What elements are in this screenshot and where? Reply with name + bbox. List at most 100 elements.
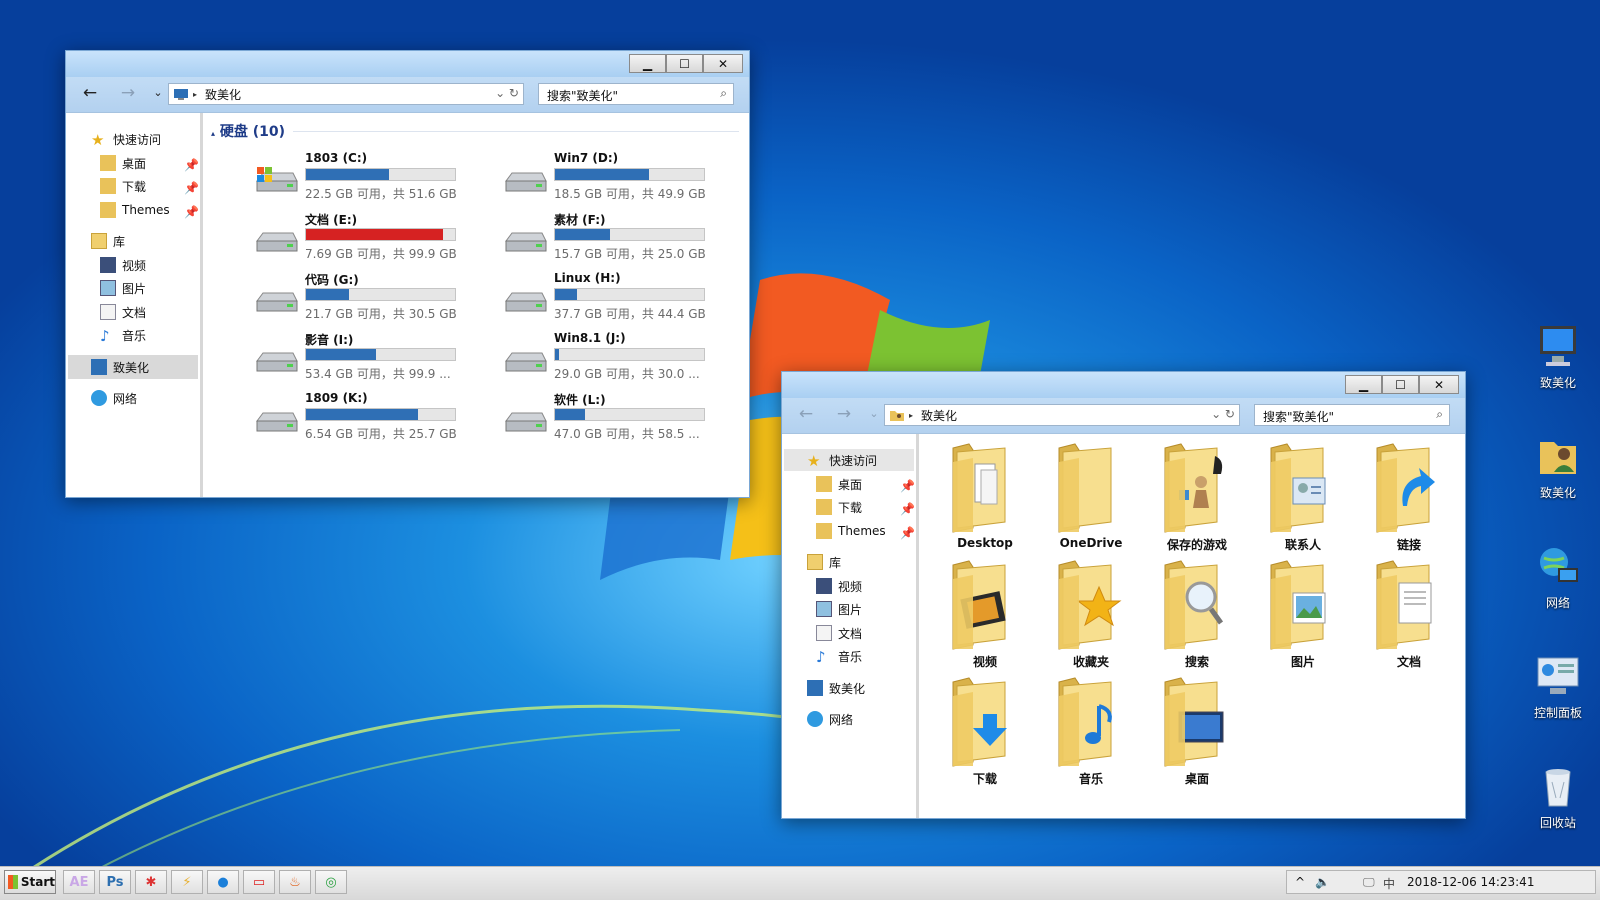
drive-tile[interactable]: 影音 (I:) 53.4 GB 可用，共 99.9 ... (253, 331, 463, 387)
nav-music[interactable]: ♪ 音乐 (100, 325, 146, 345)
taskbar-app-button[interactable]: ◎ (315, 870, 347, 894)
pin-icon[interactable]: 📌 (184, 178, 199, 198)
pin-icon[interactable]: 📌 (184, 155, 199, 175)
desktop-icon-control-panel[interactable]: 控制面板 (1522, 652, 1594, 746)
folder-item[interactable]: 保存的游戏 (1149, 442, 1245, 558)
recent-locations-button[interactable]: ⌄ (862, 407, 886, 420)
breadcrumb-arrow-icon[interactable]: ▸ (909, 411, 913, 420)
drive-tile[interactable]: 素材 (F:) 15.7 GB 可用，共 25.0 GB (502, 211, 712, 267)
folder-item[interactable]: 音乐 (1043, 676, 1139, 792)
nav-themes[interactable]: Themes (816, 521, 886, 541)
folder-item[interactable]: 桌面 (1149, 676, 1245, 792)
nav-pictures[interactable]: 图片 (100, 278, 146, 298)
folder-note-icon (1058, 677, 1112, 767)
forward-button[interactable]: → (832, 404, 856, 424)
pin-icon[interactable]: 📌 (900, 523, 915, 543)
maximize-button[interactable]: ☐ (1382, 375, 1419, 394)
desktop-icon-user[interactable]: 致美化 (1522, 432, 1594, 526)
folder-item[interactable]: 下载 (937, 676, 1033, 792)
nav-quick-access[interactable]: ★ 快速访问 (91, 129, 161, 149)
close-button[interactable]: ✕ (703, 54, 743, 73)
taskbar-app-button[interactable]: ● (207, 870, 239, 894)
nav-downloads[interactable]: 下载 (100, 176, 146, 196)
taskbar-app-button[interactable]: AE (63, 870, 95, 894)
nav-network[interactable]: 网络 (91, 388, 137, 408)
back-button[interactable]: ← (78, 83, 102, 103)
desktop-icon-recycle-bin[interactable]: 回收站 (1522, 762, 1594, 856)
taskbar-app-button[interactable]: Ps (99, 870, 131, 894)
nav-documents[interactable]: 文档 (100, 302, 146, 322)
search-input[interactable]: 搜索"致美化" ⌕ (538, 83, 734, 105)
nav-videos[interactable]: 视频 (100, 255, 146, 275)
address-dropdown-refresh-icon[interactable]: ⌄ ↻ (495, 86, 519, 100)
pin-icon[interactable]: 📌 (900, 476, 915, 496)
network-tray-icon[interactable]: 🖵 (1363, 875, 1375, 890)
nav-music[interactable]: ♪ 音乐 (816, 646, 862, 666)
search-input[interactable]: 搜索"致美化" ⌕ (1254, 404, 1450, 426)
drive-tile[interactable]: Linux (H:) 37.7 GB 可用，共 44.4 GB (502, 271, 712, 327)
back-button[interactable]: ← (794, 404, 818, 424)
taskbar-app-button[interactable]: ✱ (135, 870, 167, 894)
nav-network[interactable]: 网络 (807, 709, 853, 729)
pin-icon[interactable]: 📌 (184, 202, 199, 222)
folder-item[interactable]: 收藏夹 (1043, 559, 1139, 675)
recent-locations-button[interactable]: ⌄ (146, 86, 170, 99)
nav-desktop[interactable]: 桌面 (100, 153, 146, 173)
drive-tile[interactable]: 代码 (G:) 21.7 GB 可用，共 30.5 GB (253, 271, 463, 327)
nav-label: Themes (122, 203, 170, 217)
input-method-icon[interactable]: 中 (1383, 875, 1395, 892)
minimize-button[interactable]: ▁ (1345, 375, 1382, 394)
taskbar-app-button[interactable]: ♨ (279, 870, 311, 894)
group-header[interactable]: ▴ 硬盘 (10) (211, 121, 285, 141)
forward-button[interactable]: → (116, 83, 140, 103)
nav-this-pc[interactable]: 致美化 (807, 678, 865, 698)
nav-label: 视频 (838, 579, 863, 594)
nav-pictures[interactable]: 图片 (816, 599, 862, 619)
nav-this-pc[interactable]: 致美化 (91, 357, 149, 377)
folder-item[interactable]: 搜索 (1149, 559, 1245, 675)
taskbar-app-button[interactable]: ▭ (243, 870, 275, 894)
taskbar-app-button[interactable]: ⚡ (171, 870, 203, 894)
folder-item[interactable]: 视频 (937, 559, 1033, 675)
start-button[interactable]: Start (4, 870, 56, 894)
nav-quick-access[interactable]: ★ 快速访问 (807, 450, 877, 470)
nav-documents[interactable]: 文档 (816, 623, 862, 643)
folder-item[interactable]: OneDrive (1043, 442, 1139, 558)
folder-contact-icon (1270, 443, 1326, 533)
drive-tile[interactable]: 软件 (L:) 47.0 GB 可用，共 58.5 ... (502, 391, 712, 447)
tray-expand-icon[interactable]: ^ (1295, 875, 1305, 889)
drive-tile[interactable]: 文档 (E:) 7.69 GB 可用，共 99.9 GB (253, 211, 463, 267)
address-bar[interactable]: ▸ 致美化 ⌄ ↻ (884, 404, 1240, 426)
desktop-icon-network[interactable]: 网络 (1522, 542, 1594, 636)
folder-item[interactable]: 图片 (1255, 559, 1351, 675)
volume-icon[interactable]: 🔈 (1315, 875, 1330, 889)
nav-videos[interactable]: 视频 (816, 576, 862, 596)
nav-themes[interactable]: Themes (100, 200, 170, 220)
close-button[interactable]: ✕ (1419, 375, 1459, 394)
folder-item[interactable]: 联系人 (1255, 442, 1351, 558)
drive-tile[interactable]: Win8.1 (J:) 29.0 GB 可用，共 30.0 ... (502, 331, 712, 387)
nav-library[interactable]: 库 (91, 231, 125, 251)
desktop-icon-computer[interactable]: 致美化 (1522, 322, 1594, 416)
desktop-folder-icon (100, 155, 116, 171)
breadcrumb-arrow-icon[interactable]: ▸ (193, 90, 197, 99)
drive-usage-fill (306, 229, 444, 240)
address-bar[interactable]: ▸ 致美化 ⌄ ↻ (168, 83, 524, 105)
drive-tile[interactable]: Win7 (D:) 18.5 GB 可用，共 49.9 GB (502, 151, 712, 207)
minimize-button[interactable]: ▁ (629, 54, 666, 73)
folder-item[interactable]: 链接 (1361, 442, 1457, 558)
title-bar[interactable]: ▁ ☐ ✕ (782, 372, 1465, 398)
nav-desktop[interactable]: 桌面 (816, 474, 862, 494)
folder-item[interactable]: Desktop (937, 442, 1033, 558)
maximize-button[interactable]: ☐ (666, 54, 703, 73)
clock[interactable]: 2018-12-06 14:23:41 (1407, 875, 1534, 889)
nav-library[interactable]: 库 (807, 552, 841, 572)
folder-item[interactable]: 文档 (1361, 559, 1457, 675)
nav-downloads[interactable]: 下载 (816, 497, 862, 517)
drive-tile[interactable]: 1809 (K:) 6.54 GB 可用，共 25.7 GB (253, 391, 463, 447)
pin-icon[interactable]: 📌 (900, 499, 915, 519)
nav-label: 库 (113, 234, 126, 249)
title-bar[interactable]: ▁ ☐ ✕ (66, 51, 749, 77)
address-dropdown-refresh-icon[interactable]: ⌄ ↻ (1211, 407, 1235, 421)
drive-tile[interactable]: 1803 (C:) 22.5 GB 可用，共 51.6 GB (253, 151, 463, 207)
